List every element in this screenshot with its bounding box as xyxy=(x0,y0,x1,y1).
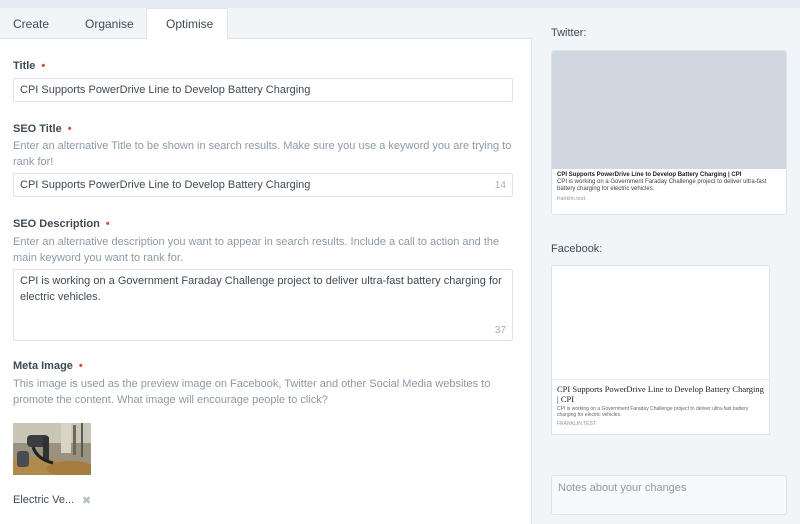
meta-image-help: This image is used as the preview image … xyxy=(13,378,491,406)
meta-image-label: Meta Image • xyxy=(13,360,83,372)
facebook-card-title: CPI Supports PowerDrive Line to Develop … xyxy=(557,384,764,404)
twitter-card-domain: franklin.test xyxy=(557,196,586,202)
seo-description-label-text: SEO Description xyxy=(13,218,100,230)
seo-description-label: SEO Description • xyxy=(13,218,110,230)
facebook-card-image xyxy=(552,266,769,380)
meta-image-thumbnail[interactable] xyxy=(13,423,91,475)
notes-textarea[interactable]: Notes about your changes xyxy=(551,475,787,515)
twitter-card-title: CPI Supports PowerDrive Line to Develop … xyxy=(557,172,742,178)
required-marker: • xyxy=(105,218,110,230)
facebook-card-domain: FRANKLIN.TEST xyxy=(557,421,596,427)
tab-create[interactable]: Create xyxy=(0,8,60,39)
tab-optimise[interactable]: Optimise xyxy=(146,8,228,39)
facebook-label: Facebook: xyxy=(551,243,603,255)
top-strip xyxy=(0,0,800,8)
meta-image-filename: Electric Ve... xyxy=(13,494,75,506)
twitter-label: Twitter: xyxy=(551,27,587,39)
seo-title-label-text: SEO Title xyxy=(13,123,62,135)
optimise-panel: Title • CPI Supports PowerDrive Line to D… xyxy=(0,38,532,524)
facebook-card-description: CPI is working on a Government Faraday C… xyxy=(557,406,749,418)
seo-description-help: Enter an alternative description you wan… xyxy=(13,236,500,264)
seo-title-input-value: CPI Supports PowerDrive Line to Develop … xyxy=(20,179,311,191)
tab-organise[interactable]: Organise xyxy=(60,8,146,39)
seo-title-char-count: 14 xyxy=(494,180,506,191)
seo-description-textarea[interactable]: CPI is working on a Government Faraday C… xyxy=(13,269,513,341)
title-input-value: CPI Supports PowerDrive Line to Develop … xyxy=(20,84,311,96)
notes-placeholder: Notes about your changes xyxy=(558,482,687,494)
seo-title-input[interactable]: CPI Supports PowerDrive Line to Develop … xyxy=(13,173,513,197)
title-label: Title • xyxy=(13,60,45,72)
seo-description-char-count: 37 xyxy=(494,325,506,336)
twitter-card-preview: CPI Supports PowerDrive Line to Develop … xyxy=(551,50,787,215)
seo-title-help: Enter an alternative Title to be shown i… xyxy=(13,140,512,168)
ev-charger-photo xyxy=(13,423,91,475)
tab-bar: Create Organise Optimise xyxy=(0,8,228,39)
seo-description-value: CPI is working on a Government Faraday C… xyxy=(20,275,502,303)
meta-image-label-text: Meta Image xyxy=(13,360,73,372)
twitter-card-image xyxy=(552,51,786,169)
title-input[interactable]: CPI Supports PowerDrive Line to Develop … xyxy=(13,78,513,102)
required-marker: • xyxy=(67,123,72,135)
required-marker: • xyxy=(41,60,46,72)
close-icon[interactable]: ✖ xyxy=(82,494,91,507)
twitter-card-description: CPI is working on a Government Faraday C… xyxy=(557,179,767,192)
title-label-text: Title xyxy=(13,60,36,72)
seo-title-label: SEO Title • xyxy=(13,123,72,135)
required-marker: • xyxy=(78,360,83,372)
facebook-card-preview: CPI Supports PowerDrive Line to Develop … xyxy=(551,265,770,435)
